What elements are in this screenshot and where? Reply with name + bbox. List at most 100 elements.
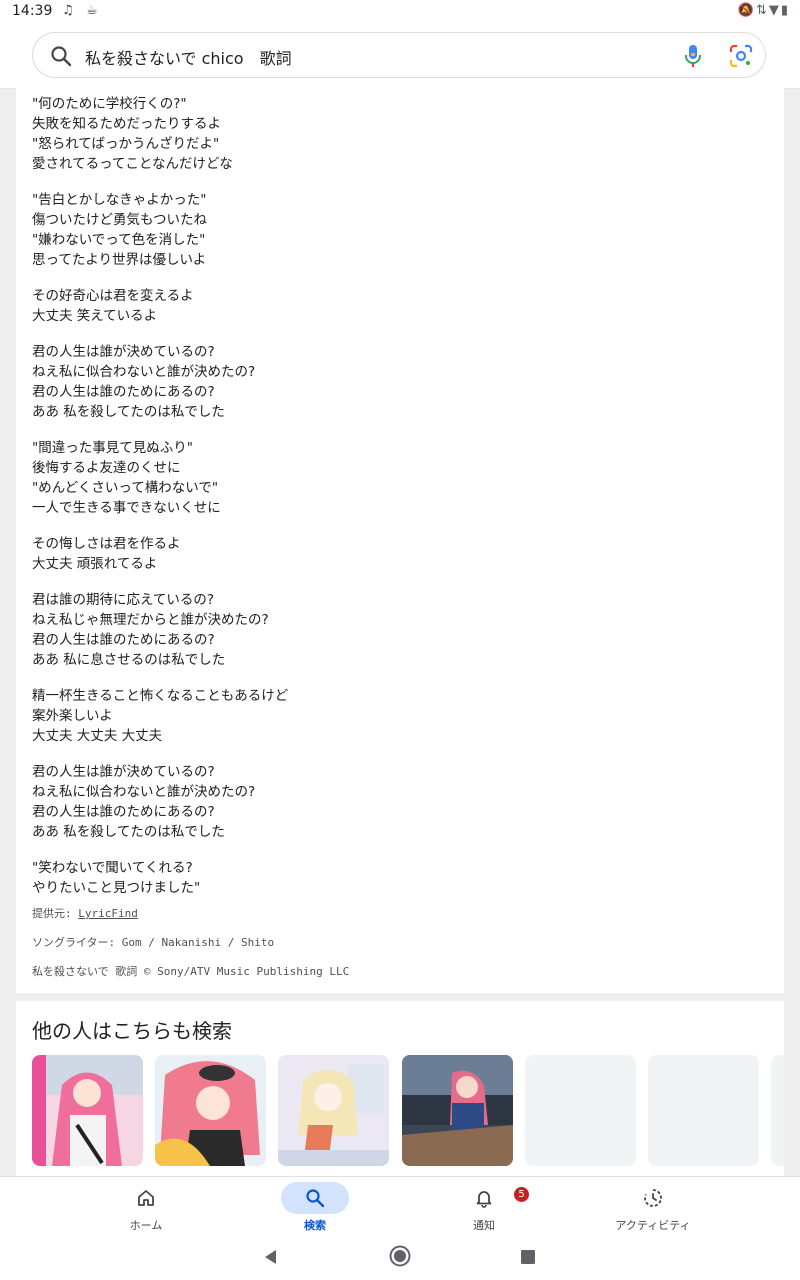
- lyrics-credits: 提供元: LyricFind ソングライター: Gom / Nakanishi …: [32, 906, 349, 993]
- nav-activity-label: アクティビティ: [615, 1219, 691, 1232]
- lyrics-stanza: 君の人生は誰が決めているの? ねえ私に似合わないと誰が決めたの? 君の人生は誰のため…: [32, 762, 752, 842]
- activity-history-icon: [644, 1189, 662, 1207]
- system-nav-bar: [0, 1238, 800, 1280]
- bell-icon: [476, 1191, 492, 1208]
- provider-prefix: 提供元:: [32, 907, 79, 920]
- anime-girl-image: [32, 1055, 143, 1166]
- lyric-line: 大丈夫 大丈夫 大丈夫: [32, 728, 163, 744]
- status-time: 14:39: [12, 3, 53, 19]
- lyric-line: 案外楽しいよ: [32, 708, 113, 724]
- home-icon: [138, 1190, 154, 1206]
- lyric-line: 精一杯生きること怖くなることもあるけど: [32, 688, 289, 704]
- lyrics-stanza: 君の人生は誰が決めているの? ねえ私に似合わないと誰が決めたの? 君の人生は誰のため…: [32, 342, 752, 422]
- battery-icon: ▮: [780, 3, 790, 18]
- nav-notifications-label: 通知: [473, 1219, 495, 1232]
- lyrics-stanza: その好奇心は君を変えるよ 大丈夫 笑えているよ: [32, 286, 752, 326]
- music-note-icon: ♫: [62, 3, 74, 18]
- nav-notifications-icon-wrap: 5: [450, 1182, 529, 1214]
- lyric-line: ああ 私を殺してたのは私でした: [32, 824, 225, 840]
- lyric-line: その好奇心は君を変えるよ: [32, 288, 194, 304]
- search-icon[interactable]: [49, 44, 73, 68]
- bottom-nav: ホーム 検索 5 通知 アクティビティ: [0, 1176, 800, 1239]
- status-bar: 14:39 ♫ ☕ 🔕⇅▼▮: [0, 0, 800, 24]
- lyric-line: ああ 私に息させるのは私でした: [32, 652, 226, 668]
- lyrics-body: "何のために学校行くの?" 失敗を知るためだったりするよ "怒られてばっかうんざりだ…: [32, 94, 752, 914]
- recents-icon[interactable]: [520, 1249, 536, 1265]
- lyric-line: "怒られてばっかうんざりだよ": [32, 136, 220, 152]
- search-box[interactable]: 私を殺さないで chico 歌詞: [32, 32, 766, 78]
- lyric-line: 君の人生は誰のためにあるの?: [32, 632, 215, 648]
- nav-search-label: 検索: [304, 1219, 326, 1232]
- anime-girl-image: [402, 1055, 513, 1166]
- related-thumbnail[interactable]: [32, 1055, 143, 1166]
- nav-activity[interactable]: アクティビティ: [593, 1177, 713, 1239]
- lyrics-stanza: その悔しさは君を作るよ 大丈夫 頑張れてるよ: [32, 534, 752, 574]
- copyright-line: 私を殺さないで 歌詞 © Sony/ATV Music Publishing L…: [32, 965, 350, 978]
- lyric-line: 君の人生は誰が決めているの?: [32, 344, 215, 360]
- lyric-line: 君の人生は誰が決めているの?: [32, 764, 215, 780]
- search-header: 私を殺さないで chico 歌詞: [0, 24, 800, 89]
- lyric-line: その悔しさは君を作るよ: [32, 536, 181, 552]
- lyric-line: 一人で生きる事できないくせに: [32, 500, 221, 516]
- lyrics-stanza: "笑わないで聞いてくれる? やりたいこと見つけました": [32, 858, 752, 898]
- related-thumbnail[interactable]: [155, 1055, 266, 1166]
- songwriters-line: ソングライター: Gom / Nakanishi / Shito: [32, 936, 275, 949]
- lyric-line: 思ってたより世界は優しいよ: [32, 252, 207, 268]
- lyric-line: ああ 私を殺してたのは私でした: [32, 404, 225, 420]
- lyric-line: 君の人生は誰のためにあるの?: [32, 384, 215, 400]
- nav-search-icon-wrap: [281, 1182, 349, 1214]
- lyric-line: "笑わないで聞いてくれる?: [32, 860, 193, 876]
- nav-search[interactable]: 検索: [255, 1177, 375, 1239]
- provider-line: 提供元: LyricFind: [32, 906, 349, 935]
- back-icon[interactable]: [262, 1248, 280, 1266]
- lyric-line: "嫌わないでって色を消した": [32, 232, 206, 248]
- lyric-line: 君の人生は誰のためにあるの?: [32, 804, 215, 820]
- related-thumbnail[interactable]: [278, 1055, 389, 1166]
- lyric-line: "何のために学校行くの?": [32, 96, 187, 112]
- status-right-icons: 🔕⇅▼▮: [738, 3, 790, 18]
- lyric-line: "間違った事見て見ぬふり": [32, 440, 193, 456]
- notification-badge: 5: [514, 1187, 529, 1202]
- lyrics-stanza: "告白とかしなきゃよかった" 傷ついたけど勇気もついたね "嫌わないでって色を消した…: [32, 190, 752, 270]
- lyric-line: ねえ私に似合わないと誰が決めたの?: [32, 784, 256, 800]
- cup-icon: ☕: [86, 3, 98, 18]
- lyrics-stanza: 君は誰の期待に応えているの? ねえ私じゃ無理だからと誰が決めたの? 君の人生は誰のた…: [32, 590, 752, 670]
- lyrics-card: "何のために学校行くの?" 失敗を知るためだったりするよ "怒られてばっかうんざりだ…: [16, 88, 784, 993]
- lyrics-stanza: 精一杯生きること怖くなることもあるけど 案外楽しいよ大丈夫 大丈夫 大丈夫: [32, 686, 752, 746]
- lyrics-stanza: "何のために学校行くの?" 失敗を知るためだったりするよ "怒られてばっかうんざりだ…: [32, 94, 752, 174]
- nav-home-label: ホーム: [129, 1219, 163, 1232]
- anime-girl-image: [278, 1055, 389, 1166]
- lyric-line: やりたいこと見つけました": [32, 880, 201, 896]
- wifi-icon: ▼: [768, 3, 781, 18]
- provider-link[interactable]: LyricFind: [78, 907, 138, 920]
- lyric-line: 大丈夫 笑えているよ: [32, 308, 158, 324]
- search-icon: [306, 1189, 325, 1208]
- lyric-line: ねえ私に似合わないと誰が決めたの?: [32, 364, 256, 380]
- lyric-line: 失敗を知るためだったりするよ: [32, 116, 221, 132]
- lyric-line: "めんどくさいって構わないで": [32, 480, 219, 496]
- related-thumbnail-placeholder[interactable]: [648, 1055, 759, 1166]
- home-circle-icon[interactable]: [389, 1245, 411, 1267]
- lyric-line: 君は誰の期待に応えているの?: [32, 592, 214, 608]
- data-arrows-icon: ⇅: [755, 3, 769, 18]
- lyric-line: "告白とかしなきゃよかった": [32, 192, 207, 208]
- nav-activity-icon-wrap: [619, 1182, 687, 1214]
- lyric-line: 愛されてるってことなんだけどな: [32, 156, 233, 172]
- related-thumbnail[interactable]: [402, 1055, 513, 1166]
- anime-girl-image: [155, 1055, 266, 1166]
- lyric-line: 傷ついたけど勇気もついたね: [32, 212, 207, 228]
- search-query[interactable]: 私を殺さないで chico 歌詞: [85, 45, 292, 69]
- lyric-line: 大丈夫 頑張れてるよ: [32, 556, 158, 572]
- nav-notifications[interactable]: 5 通知: [424, 1177, 544, 1239]
- nav-home[interactable]: ホーム: [86, 1177, 206, 1239]
- related-thumbnail-placeholder[interactable]: [525, 1055, 636, 1166]
- muted-bell-icon: 🔕: [737, 3, 756, 18]
- lyric-line: ねえ私じゃ無理だからと誰が決めたの?: [32, 612, 269, 628]
- related-searches: 他の人はこちらも検索: [16, 1001, 784, 1179]
- related-title: 他の人はこちらも検索: [32, 1019, 232, 1043]
- nav-home-icon-wrap: [112, 1182, 180, 1214]
- related-thumbnail-placeholder[interactable]: [771, 1055, 784, 1166]
- lyric-line: 後悔するよ友達のくせに: [32, 460, 181, 476]
- mic-icon[interactable]: [681, 43, 705, 69]
- lens-icon[interactable]: [728, 43, 754, 69]
